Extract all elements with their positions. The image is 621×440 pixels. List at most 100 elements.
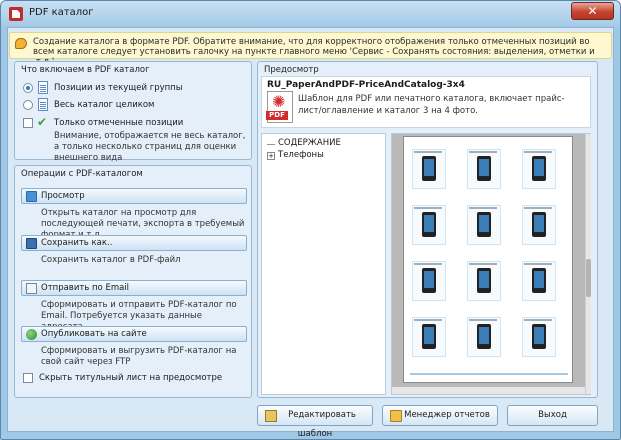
publish-site-description: Сформировать и выгрузить PDF-каталог на … bbox=[41, 346, 237, 367]
tree-item-label: Телефоны bbox=[278, 150, 324, 160]
catalog-product-thumbnail bbox=[467, 261, 501, 301]
phone-image bbox=[422, 324, 436, 349]
document-icon bbox=[38, 98, 48, 111]
contents-tree[interactable]: СОДЕРЖАНИЕ + Телефоны bbox=[261, 133, 386, 395]
catalog-product-thumbnail bbox=[412, 205, 446, 245]
phone-image bbox=[532, 212, 546, 237]
save-icon bbox=[26, 238, 37, 249]
catalog-product-thumbnail bbox=[467, 205, 501, 245]
folder-icon bbox=[390, 410, 402, 422]
template-name: RU_PaperAndPDF-PriceAndCatalog-3x4 bbox=[267, 80, 465, 90]
expand-icon[interactable]: + bbox=[267, 152, 275, 160]
catalog-product-thumbnail bbox=[522, 317, 556, 357]
catalog-product-thumbnail bbox=[412, 261, 446, 301]
send-email-button[interactable]: Отправить по Email bbox=[21, 280, 247, 296]
preview-button-label: Просмотр bbox=[41, 191, 85, 201]
whole-catalog-label: Весь каталог целиком bbox=[54, 100, 155, 110]
catalog-page-thumbnail bbox=[403, 136, 573, 383]
catalog-product-thumbnail bbox=[522, 205, 556, 245]
vertical-scrollbar[interactable] bbox=[585, 134, 591, 394]
close-button[interactable]: ✕ bbox=[571, 2, 614, 20]
publish-site-button-label: Опубликовать на сайте bbox=[41, 329, 147, 339]
check-icon: ✔ bbox=[37, 115, 48, 129]
publish-site-button[interactable]: Опубликовать на сайте bbox=[21, 326, 247, 342]
exit-button[interactable]: Выход bbox=[507, 405, 598, 426]
template-selector[interactable]: RU_PaperAndPDF-PriceAndCatalog-3x4 ✺ PDF… bbox=[261, 76, 591, 128]
page-preview-pane[interactable] bbox=[391, 133, 591, 395]
preview-icon bbox=[26, 191, 37, 202]
acrobat-logo-icon: ✺ bbox=[272, 92, 286, 111]
info-banner: Создание каталога в формате PDF. Обратит… bbox=[9, 32, 612, 67]
product-caption-line bbox=[524, 151, 552, 153]
phone-image bbox=[532, 268, 546, 293]
tree-line bbox=[267, 144, 275, 145]
phone-image bbox=[532, 156, 546, 181]
include-group-title: Что включаем в PDF каталог bbox=[21, 65, 150, 75]
current-group-label: Позиции из текущей группы bbox=[54, 83, 183, 93]
save-as-button-label: Сохранить как.. bbox=[41, 238, 113, 248]
product-caption-line bbox=[469, 151, 497, 153]
current-group-radio[interactable] bbox=[23, 83, 33, 93]
save-as-description: Сохранить каталог в PDF-файл bbox=[41, 255, 181, 265]
phone-image bbox=[477, 324, 491, 349]
template-description: Шаблон для PDF или печатного каталога, в… bbox=[298, 94, 565, 116]
catalog-product-thumbnail bbox=[467, 317, 501, 357]
hide-title-page-checkbox[interactable] bbox=[23, 373, 33, 383]
product-caption-line bbox=[524, 319, 552, 321]
catalog-product-thumbnail bbox=[522, 261, 556, 301]
catalog-product-thumbnail bbox=[522, 149, 556, 189]
phone-image bbox=[477, 268, 491, 293]
edit-template-button[interactable]: Редактировать шаблон bbox=[257, 405, 373, 439]
phone-image bbox=[422, 156, 436, 181]
preview-group-title: Предосмотр bbox=[264, 65, 319, 75]
include-group: Что включаем в PDF каталог Позиции из те… bbox=[14, 61, 252, 163]
pdf-app-icon bbox=[9, 7, 23, 21]
send-email-button-label: Отправить по Email bbox=[41, 283, 130, 293]
horizontal-scrollbar[interactable] bbox=[392, 387, 585, 394]
email-icon bbox=[26, 283, 37, 294]
save-as-button[interactable]: Сохранить как.. bbox=[21, 235, 247, 251]
hide-title-page-label: Скрыть титульный лист на предосмотре bbox=[39, 373, 223, 383]
product-caption-line bbox=[524, 207, 552, 209]
report-manager-label: Менеджер отчетов bbox=[404, 410, 490, 420]
checked-only-checkbox[interactable] bbox=[23, 118, 33, 128]
product-caption-line bbox=[524, 263, 552, 265]
preview-group: Предосмотр RU_PaperAndPDF-PriceAndCatalo… bbox=[257, 61, 598, 398]
catalog-product-thumbnail bbox=[467, 149, 501, 189]
report-manager-button[interactable]: Менеджер отчетов bbox=[382, 405, 498, 426]
pdf-file-icon: ✺ PDF bbox=[266, 91, 293, 123]
phone-image bbox=[477, 156, 491, 181]
product-caption-line bbox=[469, 319, 497, 321]
vertical-scroll-thumb[interactable] bbox=[586, 259, 591, 297]
product-caption-line bbox=[414, 263, 442, 265]
hide-title-page-option[interactable]: Скрыть титульный лист на предосмотре bbox=[15, 371, 251, 385]
product-caption-line bbox=[469, 263, 497, 265]
checked-only-description: Внимание, отображается не весь каталог, … bbox=[54, 131, 246, 163]
product-caption-line bbox=[469, 207, 497, 209]
option-checked-only[interactable]: ✔ Только отмеченные позиции bbox=[15, 116, 251, 130]
edit-template-label: Редактировать шаблон bbox=[288, 410, 356, 439]
phone-image bbox=[532, 324, 546, 349]
product-caption-line bbox=[414, 207, 442, 209]
preview-button[interactable]: Просмотр bbox=[21, 188, 247, 204]
speech-bubble-icon bbox=[15, 38, 27, 49]
pdf-catalog-window: PDF каталог ✕ Создание каталога в формат… bbox=[0, 0, 621, 440]
phone-image bbox=[422, 268, 436, 293]
option-whole-catalog[interactable]: Весь каталог целиком bbox=[15, 98, 251, 112]
document-icon bbox=[38, 81, 48, 94]
edit-template-icon bbox=[265, 410, 277, 422]
page-footer-bar bbox=[410, 373, 568, 375]
catalog-product-thumbnail bbox=[412, 317, 446, 357]
catalog-product-thumbnail bbox=[412, 149, 446, 189]
option-current-group[interactable]: Позиции из текущей группы bbox=[15, 81, 251, 95]
globe-icon bbox=[26, 329, 37, 340]
pdf-icon-label: PDF bbox=[266, 111, 288, 120]
product-caption-line bbox=[414, 151, 442, 153]
whole-catalog-radio[interactable] bbox=[23, 100, 33, 110]
exit-label: Выход bbox=[538, 410, 567, 420]
window-title: PDF каталог bbox=[29, 7, 94, 18]
tree-item-label: СОДЕРЖАНИЕ bbox=[278, 138, 341, 148]
operations-group: Операции с PDF-каталогом Просмотр Открыт… bbox=[14, 165, 252, 398]
title-bar: PDF каталог ✕ bbox=[1, 1, 620, 26]
phone-image bbox=[422, 212, 436, 237]
